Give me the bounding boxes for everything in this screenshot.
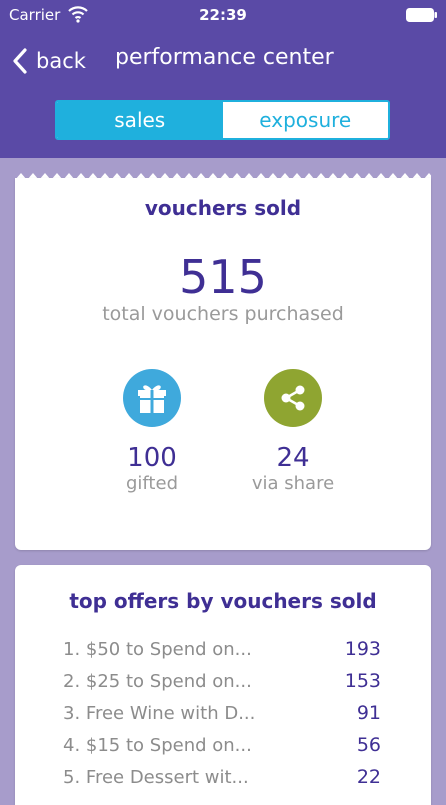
offer-row[interactable]: 1. $50 to Spend on... 193	[63, 633, 381, 665]
offer-count: 193	[344, 638, 381, 660]
share-icon-circle	[264, 369, 322, 427]
gifted-stat: 100 gifted	[72, 369, 232, 494]
share-icon	[281, 385, 305, 411]
gifted-value: 100	[127, 443, 177, 473]
total-vouchers-value: 515	[179, 250, 267, 304]
offer-row[interactable]: 2. $25 to Spend on... 153	[63, 665, 381, 697]
share-value: 24	[276, 443, 310, 473]
offer-name: 4. $15 to Spend on...	[63, 734, 252, 756]
offer-count: 22	[356, 766, 381, 788]
offer-name: 5. Free Dessert wit...	[63, 766, 249, 788]
offer-row[interactable]: 5. Free Dessert wit... 22	[63, 761, 381, 793]
header-bar: Carrier 22:39 back performance center sa…	[0, 0, 446, 158]
segmented-control: sales exposure	[55, 100, 390, 140]
status-bar: Carrier 22:39	[0, 0, 446, 30]
offer-count: 153	[344, 670, 381, 692]
page-title: performance center	[115, 45, 334, 70]
back-button[interactable]: back	[12, 43, 86, 79]
gift-icon-circle	[123, 369, 181, 427]
top-offers-card: top offers by vouchers sold 1. $50 to Sp…	[15, 565, 431, 805]
offer-row[interactable]: 4. $15 to Spend on... 56	[63, 729, 381, 761]
top-offers-title: top offers by vouchers sold	[69, 589, 377, 613]
offer-count: 56	[356, 734, 381, 756]
offer-count: 91	[356, 702, 381, 724]
offer-name: 1. $50 to Spend on...	[63, 638, 252, 660]
offer-row[interactable]: 3. Free Wine with D... 91	[63, 697, 381, 729]
back-label: back	[36, 49, 86, 73]
tab-exposure[interactable]: exposure	[222, 102, 388, 138]
offer-name: 2. $25 to Spend on...	[63, 670, 252, 692]
offer-name: 3. Free Wine with D...	[63, 702, 256, 724]
chevron-left-icon	[13, 48, 27, 74]
clock-time: 22:39	[199, 6, 247, 24]
share-label: via share	[251, 473, 335, 494]
gifted-label: gifted	[125, 473, 178, 494]
vouchers-sold-card: vouchers sold 515 total vouchers purchas…	[15, 178, 431, 550]
tab-sales[interactable]: sales	[57, 102, 223, 138]
vouchers-sold-title: vouchers sold	[144, 196, 302, 220]
gift-icon	[138, 385, 166, 413]
share-stat: 24 via share	[213, 369, 373, 494]
battery-icon	[406, 8, 437, 22]
total-vouchers-label: total vouchers purchased	[102, 303, 344, 325]
